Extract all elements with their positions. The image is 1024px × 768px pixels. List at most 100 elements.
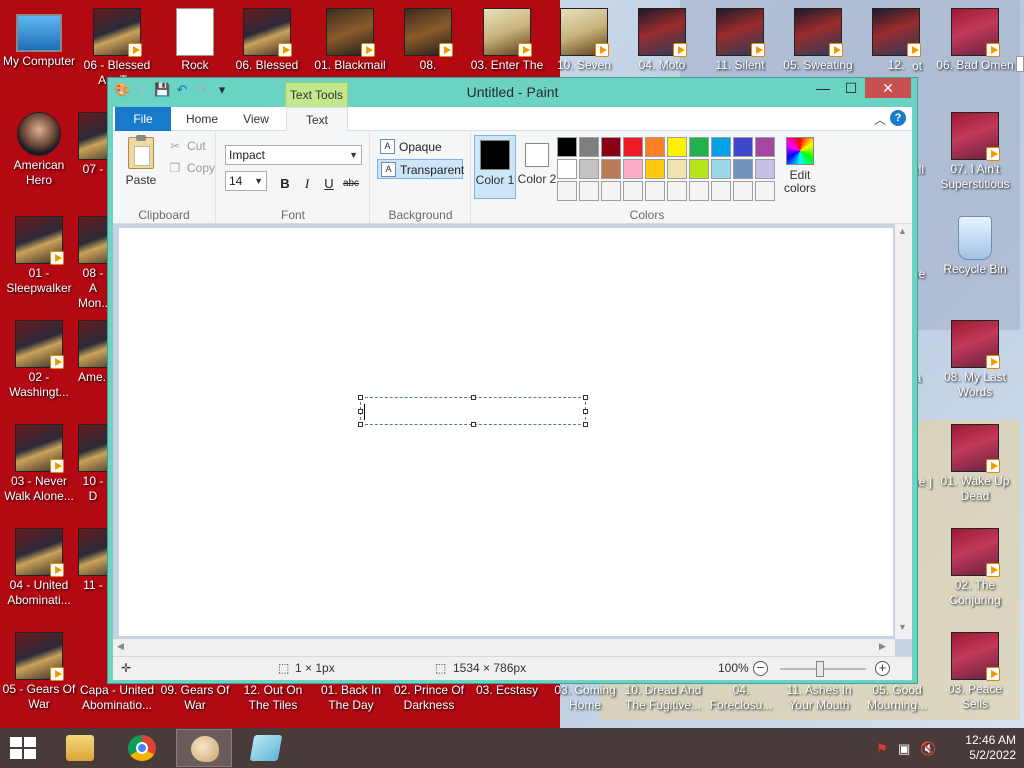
clock[interactable]: 12:46 AM 5/2/2022 [946, 733, 1016, 763]
desktop-icon-06-blessed[interactable]: 06. Blessed [228, 8, 306, 73]
palette-swatch[interactable] [711, 137, 731, 157]
resize-handle[interactable] [358, 395, 363, 400]
copy-button[interactable]: ❐ Copy [168, 161, 215, 175]
palette-swatch[interactable] [689, 159, 709, 179]
desktop-icon-01-blackmail[interactable]: 01. Blackmail [311, 8, 389, 73]
palette-swatch[interactable] [579, 137, 599, 157]
palette-swatch[interactable] [623, 181, 643, 201]
desktop-icon-10-d[interactable]: 10 - D [78, 424, 108, 504]
transparent-option[interactable]: A Transparent [377, 159, 464, 179]
scroll-down-icon[interactable]: ▼ [898, 622, 907, 632]
desktop-icon-03-peace-sells[interactable]: 03. Peace Sells [936, 632, 1014, 712]
scroll-up-icon[interactable]: ▲ [898, 226, 907, 236]
palette-swatch[interactable] [623, 159, 643, 179]
palette-swatch[interactable] [601, 159, 621, 179]
font-family-select[interactable]: Impact ▼ [225, 145, 362, 165]
desktop-icon-10-dread-and-the-fugitive[interactable]: 10. Dread And The Fugitive... [624, 683, 702, 713]
font-size-select[interactable]: 14 ▼ [225, 171, 267, 191]
desktop-icon-01-sleepwalker[interactable]: 01 - Sleepwalker [0, 216, 78, 296]
desktop-icon-01-wake-up-dead[interactable]: 01. Wake Up Dead [936, 424, 1014, 504]
desktop-icon-07-i-aint-superstitious[interactable]: 07. I Ain't Superstitious [936, 112, 1014, 192]
cut-button[interactable]: ✂ Cut [168, 139, 206, 153]
network-icon[interactable]: ▣ [898, 741, 910, 757]
desktop-icon-09-gears-of-war[interactable]: 09. Gears Of War [156, 683, 234, 713]
palette-swatch[interactable] [557, 159, 577, 179]
palette-swatch[interactable] [755, 159, 775, 179]
resize-handle[interactable] [358, 409, 363, 414]
edit-colors-button[interactable]: Edit colors [780, 137, 820, 195]
vertical-scrollbar[interactable]: ▲ ▼ [895, 224, 912, 639]
palette-swatch[interactable] [733, 181, 753, 201]
scroll-right-icon[interactable]: ▶ [879, 641, 886, 652]
palette-swatch[interactable] [645, 181, 665, 201]
color2-button[interactable]: Color 2 [516, 135, 558, 199]
palette-swatch[interactable] [601, 137, 621, 157]
resize-handle[interactable] [471, 422, 476, 427]
desktop-icon-04-united-abominati[interactable]: 04 - United Abominati... [0, 528, 78, 608]
desktop-icon-06-blessed-are[interactable]: 06 - Blessed Are T... [78, 8, 156, 88]
desktop-icon-partial-ot[interactable]: ot [912, 59, 936, 74]
paste-button[interactable]: Paste [121, 135, 161, 187]
desktop-icon-11-silent[interactable]: 11. Silent [701, 8, 779, 73]
desktop-icon-american-hero[interactable]: American Hero [0, 112, 78, 188]
palette-swatch[interactable] [623, 137, 643, 157]
minimize-ribbon-icon[interactable]: ︿ [874, 111, 886, 128]
palette-swatch[interactable] [579, 181, 599, 201]
desktop-icon-03-enter-the[interactable]: 03. Enter The [468, 8, 546, 73]
desktop-icon-my-computer[interactable]: My Computer [0, 8, 78, 69]
action-center-flag-icon[interactable]: ⚑ [876, 741, 888, 757]
desktop-icon-04-foreclosu[interactable]: 04. Foreclosu... [702, 683, 780, 713]
palette-swatch[interactable] [601, 181, 621, 201]
close-button[interactable]: ✕ [865, 78, 911, 98]
tab-view[interactable]: View [231, 107, 281, 131]
zoom-out-button[interactable]: − [753, 661, 768, 676]
palette-swatch[interactable] [645, 137, 665, 157]
desktop-icon-02-washingt[interactable]: 02 - Washingt... [0, 320, 78, 400]
resize-handle[interactable] [583, 422, 588, 427]
palette-swatch[interactable] [557, 181, 577, 201]
desktop-icon-ame[interactable]: Ame... [78, 320, 108, 385]
palette-swatch[interactable] [667, 137, 687, 157]
scroll-left-icon[interactable]: ◀ [117, 641, 124, 652]
palette-swatch[interactable] [711, 181, 731, 201]
desktop-icon-11-ashes-in-your-mouth[interactable]: 11. Ashes In Your Mouth [780, 683, 858, 713]
resize-handle[interactable] [471, 395, 476, 400]
volume-muted-icon[interactable]: 🔇 [920, 741, 936, 757]
palette-swatch[interactable] [689, 137, 709, 157]
desktop-icon-rock[interactable]: Rock [156, 8, 234, 73]
desktop-icon-05-sweating[interactable]: 05. Sweating [779, 8, 857, 73]
desktop-icon-02-prince-of-darkness[interactable]: 02. Prince Of Darkness [390, 683, 468, 713]
maximize-button[interactable]: ☐ [837, 78, 865, 98]
palette-swatch[interactable] [711, 159, 731, 179]
taskbar-chrome[interactable] [114, 729, 170, 767]
desktop-icon-capa-united[interactable]: Capa - United Abominatio... [78, 683, 156, 713]
desktop-icon-01-back-in-the-day[interactable]: 01. Back In The Day [312, 683, 390, 713]
desktop-icon-05-gears-of-war[interactable]: 05 - Gears Of War [0, 632, 78, 712]
taskbar-notepad[interactable] [238, 729, 294, 767]
title-bar[interactable]: 🎨 | 💾 ↶ ↷ ▾ Text Tools Untitled - Paint … [108, 78, 917, 107]
desktop-icon-02-the-conjuring[interactable]: 02. The Conjuring [936, 528, 1014, 608]
help-icon[interactable]: ? [890, 110, 906, 126]
paint-window[interactable]: 🎨 | 💾 ↶ ↷ ▾ Text Tools Untitled - Paint … [107, 77, 918, 684]
palette-swatch[interactable] [689, 181, 709, 201]
resize-handle[interactable] [583, 395, 588, 400]
taskbar-file-explorer[interactable] [52, 729, 108, 767]
desktop-icon-06-bad-omen[interactable]: 06. Bad Omen [936, 8, 1014, 73]
desktop-icon-08[interactable]: 08. [389, 8, 467, 73]
desktop-icon-03-never-walk-alone[interactable]: 03 - Never Walk Alone... [0, 424, 78, 504]
desktop-icon-recycle-bin[interactable]: Recycle Bin [936, 216, 1014, 277]
desktop-icon-04-moto[interactable]: 04. Moto [623, 8, 701, 73]
resize-handle[interactable] [583, 409, 588, 414]
tab-text[interactable]: Text [286, 107, 348, 132]
palette-swatch[interactable] [755, 137, 775, 157]
palette-swatch[interactable] [645, 159, 665, 179]
bold-button[interactable]: B [275, 174, 295, 194]
zoom-in-button[interactable]: + [875, 661, 890, 676]
minimize-button[interactable]: — [809, 78, 837, 98]
tab-home[interactable]: Home [175, 107, 229, 131]
underline-button[interactable]: U [319, 174, 339, 194]
desktop-icon-03-coming-home[interactable]: 03. Coming Home [546, 683, 624, 713]
opaque-option[interactable]: A Opaque [377, 137, 463, 157]
desktop-icon-12-out-on-the-tiles[interactable]: 12. Out On The Tiles [234, 683, 312, 713]
desktop-icon-08-my-last-words[interactable]: 08. My Last Words [936, 320, 1014, 400]
